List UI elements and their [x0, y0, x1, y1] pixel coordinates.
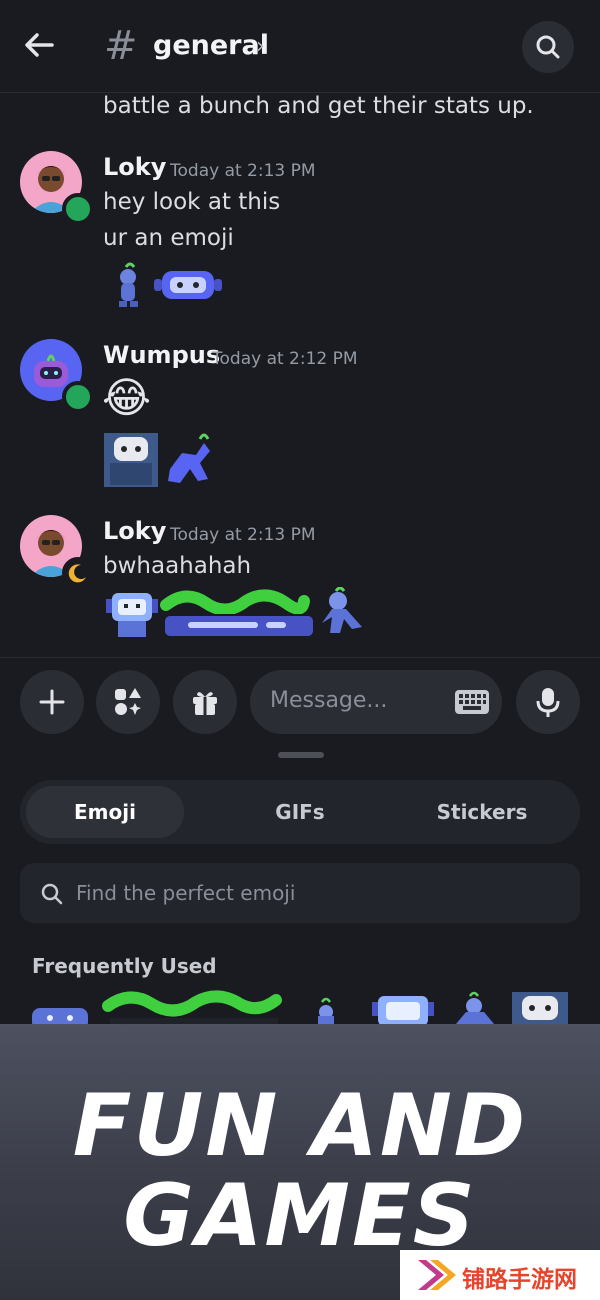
message-timestamp: Today at 2:13 PM: [170, 525, 316, 545]
message-timestamp: Today at 2:12 PM: [212, 349, 358, 369]
back-arrow-icon[interactable]: [22, 28, 56, 62]
message-input[interactable]: Message...: [250, 670, 502, 734]
promo-headline-line1: FUN AND: [72, 1076, 528, 1176]
gift-icon: [193, 692, 217, 715]
frequently-used-emoji-row: [32, 990, 568, 1024]
divider: [0, 657, 600, 658]
message-author[interactable]: Loky: [103, 517, 166, 545]
emoji-search-input[interactable]: Find the perfect emoji: [20, 863, 580, 923]
message-text: hey look at this: [103, 189, 281, 215]
snake-keyboard-sticker-icon: [160, 589, 315, 638]
watermark-logo-icon: [418, 1260, 456, 1290]
snake-emoji-icon[interactable]: [102, 990, 282, 1024]
robot-emoji-icon[interactable]: [372, 996, 434, 1024]
message-text: ur an emoji: [103, 225, 234, 251]
clyde-emoji-icon[interactable]: [32, 1008, 88, 1024]
channel-header: # general ›: [0, 0, 600, 93]
plus-icon: [39, 689, 65, 715]
tab-emoji[interactable]: Emoji: [26, 786, 184, 838]
custom-emoji-row: [106, 587, 362, 638]
hooded-clyde-emoji-icon[interactable]: [512, 992, 568, 1024]
chevron-right-icon[interactable]: ›: [256, 34, 265, 59]
message-text: bwhaahahah: [103, 553, 252, 579]
apps-icon: [115, 688, 141, 715]
message-author[interactable]: Loky: [103, 153, 166, 181]
moon-icon: [68, 564, 86, 583]
keyboard-icon[interactable]: [454, 689, 490, 715]
wumpus-sticker-icon: [119, 262, 138, 307]
watermark: 铺路手游网: [400, 1250, 600, 1300]
message-continuation: battle a bunch and get their stats up.: [103, 93, 534, 119]
status-indicator: [62, 381, 94, 413]
picker-tabs: Emoji GIFs Stickers: [20, 780, 580, 844]
custom-emoji-row: [104, 433, 210, 487]
laughing-emoji: 😂: [102, 373, 152, 422]
gift-button[interactable]: [173, 670, 237, 734]
watermark-text: 铺路手游网: [462, 1267, 577, 1293]
voice-message-button[interactable]: [516, 670, 580, 734]
clyde-sticker-icon: [154, 271, 222, 299]
tab-stickers[interactable]: Stickers: [402, 786, 562, 838]
section-heading: Frequently Used: [32, 954, 217, 978]
channel-hash-icon: #: [104, 23, 138, 69]
microphone-icon: [536, 688, 560, 717]
dancing-wumpus-emoji-icon[interactable]: [456, 991, 494, 1024]
small-wumpus-emoji-icon[interactable]: [318, 997, 334, 1024]
hooded-clyde-sticker-icon: [104, 433, 158, 487]
dancing-wumpus-sticker-icon: [322, 587, 362, 633]
channel-name[interactable]: general: [153, 30, 269, 61]
search-icon: [536, 35, 560, 59]
apps-button[interactable]: [96, 670, 160, 734]
tab-gifs[interactable]: GIFs: [220, 786, 380, 838]
search-icon: [41, 883, 63, 905]
message-list[interactable]: battle a bunch and get their stats up. L…: [0, 93, 600, 657]
custom-emoji-row: [119, 262, 222, 307]
robot-wumpus-sticker-icon: [106, 593, 158, 637]
drawer-handle[interactable]: [278, 752, 324, 758]
add-attachment-button[interactable]: [20, 670, 84, 734]
search-button[interactable]: [522, 21, 574, 73]
running-wumpus-sticker-icon: [168, 433, 210, 483]
message-author[interactable]: Wumpus: [103, 341, 220, 369]
status-indicator: [62, 193, 94, 225]
message-timestamp: Today at 2:13 PM: [170, 161, 316, 181]
emoji-search-placeholder: Find the perfect emoji: [76, 881, 296, 905]
message-placeholder: Message...: [270, 688, 388, 713]
status-indicator: [62, 557, 94, 589]
